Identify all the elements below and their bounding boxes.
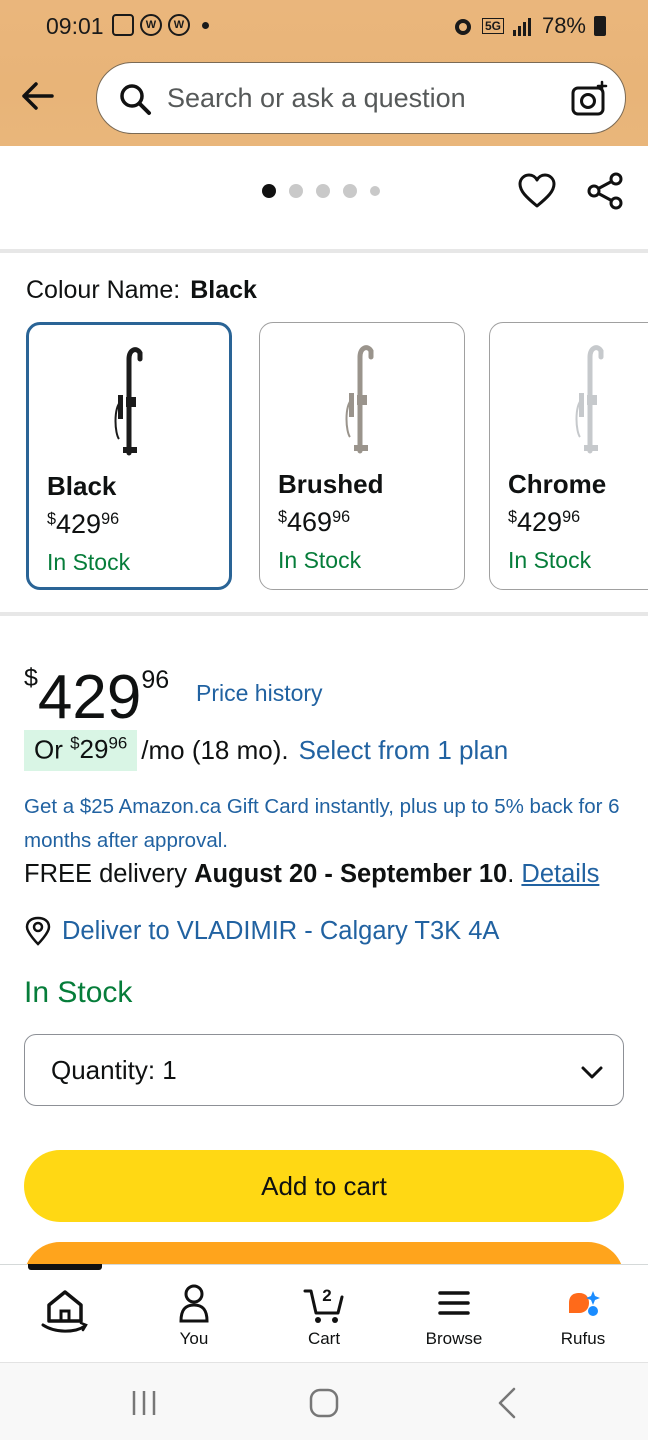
signal-icon bbox=[512, 18, 531, 36]
gift-card-offer-link[interactable]: Get a $25 Amazon.ca Gift Card instantly,… bbox=[24, 790, 628, 858]
carousel-dot[interactable] bbox=[370, 186, 380, 196]
faucet-brushed-image bbox=[345, 345, 374, 454]
swatch-stock: In Stock bbox=[508, 547, 592, 573]
carousel-dot[interactable] bbox=[289, 184, 303, 198]
swatch-name: Brushed bbox=[278, 469, 384, 499]
system-nav-bar bbox=[0, 1362, 648, 1440]
colour-swatch-chrome[interactable]: Chrome $42996 In Stock bbox=[489, 322, 648, 590]
home-button-icon[interactable] bbox=[306, 1385, 342, 1421]
nav-rufus[interactable]: Rufus bbox=[538, 1281, 628, 1349]
recent-apps-icon[interactable] bbox=[126, 1385, 162, 1421]
select-plan-link[interactable]: Select from 1 plan bbox=[299, 735, 509, 766]
vw-notification-icon: W bbox=[140, 14, 162, 36]
status-right: 5G 78% bbox=[452, 13, 606, 39]
delivery-details-link[interactable]: Details bbox=[521, 860, 599, 888]
colour-swatch-black[interactable]: Black $42996 In Stock bbox=[26, 322, 232, 590]
quantity-select[interactable]: Quantity: 1 bbox=[24, 1034, 624, 1106]
nav-you[interactable]: You bbox=[149, 1281, 239, 1349]
swatch-price: $42996 bbox=[47, 509, 120, 539]
delivery-dates: August 20 - September 10 bbox=[194, 860, 508, 888]
user-icon bbox=[179, 1284, 209, 1323]
search-placeholder: Search or ask a question bbox=[167, 83, 466, 113]
gallery-notification-icon bbox=[112, 14, 134, 36]
nav-home[interactable] bbox=[20, 1281, 110, 1341]
cart-count-badge: 2 bbox=[322, 1286, 331, 1305]
home-icon bbox=[41, 1290, 88, 1333]
app-header: 09:01 W W 5G 78% Search or ask a questio… bbox=[0, 0, 648, 146]
share-icon[interactable] bbox=[584, 170, 626, 212]
camera-search-icon[interactable] bbox=[569, 79, 609, 119]
notification-icons: W W bbox=[112, 14, 209, 36]
selected-colour: Black bbox=[190, 276, 257, 304]
carousel-dot-active[interactable] bbox=[262, 184, 276, 198]
delivery-info: FREE delivery August 20 - September 10. … bbox=[24, 860, 600, 888]
swatch-stock: In Stock bbox=[278, 547, 362, 573]
cart-icon: 2 bbox=[303, 1286, 344, 1323]
nav-cart[interactable]: 2 Cart bbox=[279, 1281, 369, 1349]
system-back-icon[interactable] bbox=[490, 1385, 526, 1421]
deliver-to-link[interactable]: Deliver to VLADIMIR - Calgary T3K 4A bbox=[24, 916, 499, 946]
status-bar: 09:01 W W 5G 78% bbox=[0, 0, 648, 56]
section-divider bbox=[0, 612, 648, 616]
carousel-dot[interactable] bbox=[316, 184, 330, 198]
search-icon bbox=[120, 84, 151, 115]
chevron-down-icon bbox=[581, 1066, 603, 1079]
battery-percent: 78% bbox=[541, 13, 586, 38]
vw-notification-icon-2: W bbox=[168, 14, 190, 36]
colour-name-label: Colour Name: Black bbox=[26, 276, 257, 304]
battery-icon bbox=[594, 16, 606, 36]
swatch-price: $42996 bbox=[508, 507, 581, 537]
product-image-area[interactable] bbox=[0, 146, 648, 250]
colour-swatch-brushed[interactable]: Brushed $46996 In Stock bbox=[259, 322, 465, 590]
swatch-name: Chrome bbox=[508, 469, 607, 499]
wishlist-heart-icon[interactable] bbox=[516, 170, 558, 212]
add-to-cart-button[interactable]: Add to cart bbox=[24, 1150, 624, 1222]
rufus-icon bbox=[569, 1291, 600, 1316]
swatch-stock: In Stock bbox=[47, 549, 131, 575]
search-input[interactable]: Search or ask a question bbox=[96, 62, 626, 134]
active-tab-indicator bbox=[28, 1264, 102, 1270]
carousel-dot[interactable] bbox=[343, 184, 357, 198]
installment-badge: Or $2996 bbox=[24, 730, 138, 772]
location-pin-icon bbox=[25, 916, 51, 946]
product-price: $42996 bbox=[24, 663, 170, 732]
image-carousel-dots[interactable] bbox=[262, 184, 380, 198]
alarm-icon bbox=[454, 19, 471, 35]
menu-icon bbox=[438, 1291, 470, 1315]
swatch-price: $46996 bbox=[278, 507, 351, 537]
more-notifications-icon bbox=[202, 21, 209, 29]
network-type-icon: 5G bbox=[481, 18, 504, 34]
installment-term: /mo (18 mo). bbox=[141, 735, 289, 766]
stock-status: In Stock bbox=[24, 976, 133, 1009]
bottom-nav: You 2 Cart Browse Rufus bbox=[0, 1264, 648, 1362]
installment-row: Or $2996 /mo (18 mo). Select from 1 plan bbox=[24, 730, 509, 772]
section-divider bbox=[0, 249, 648, 253]
faucet-black-image bbox=[114, 347, 143, 456]
status-time: 09:01 bbox=[46, 13, 104, 39]
quantity-value: 1 bbox=[162, 1055, 177, 1085]
faucet-chrome-image bbox=[575, 345, 604, 454]
price-history-link[interactable]: Price history bbox=[196, 680, 323, 707]
back-arrow-icon[interactable] bbox=[18, 76, 58, 116]
swatch-name: Black bbox=[47, 471, 117, 501]
nav-browse[interactable]: Browse bbox=[409, 1281, 499, 1349]
